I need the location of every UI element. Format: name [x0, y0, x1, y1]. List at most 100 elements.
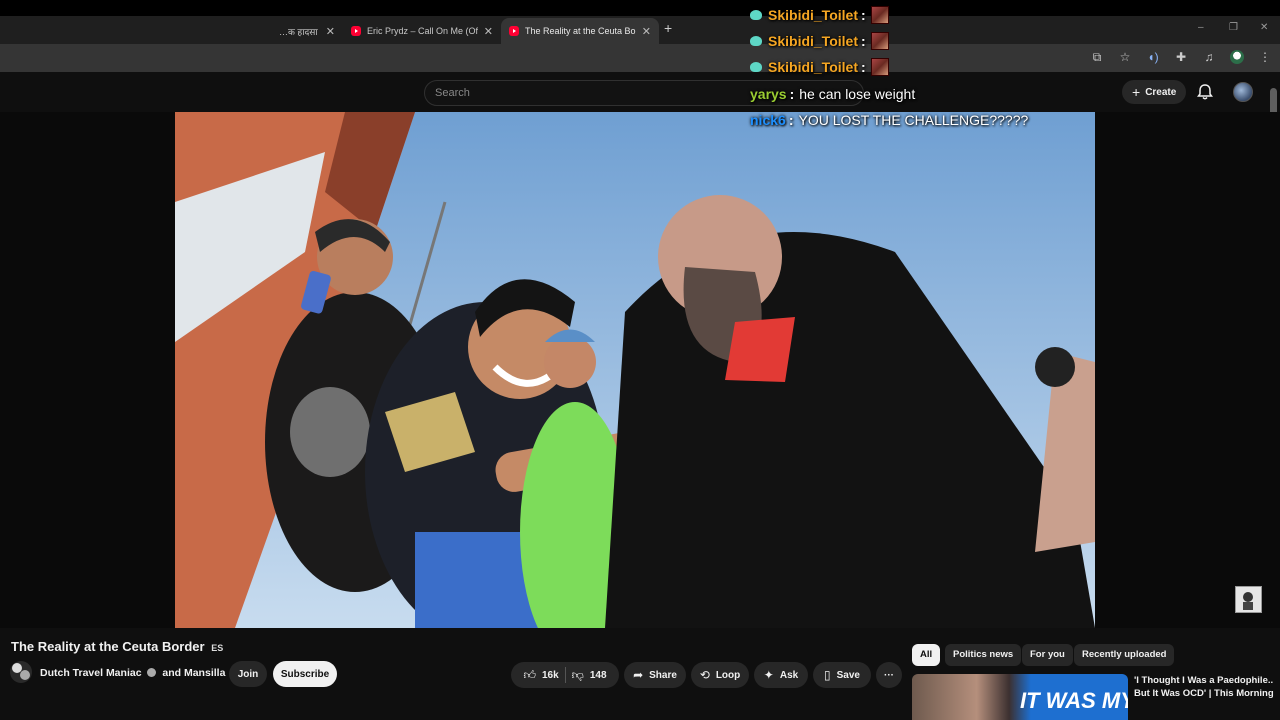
star-icon[interactable]: ☆ [1118, 50, 1132, 64]
tab-title: Eric Prydz – Call On Me (Official [367, 26, 478, 36]
chip-politics-news[interactable]: Politics news [945, 644, 1022, 666]
chat-username: Skibidi_Toilet [768, 33, 858, 49]
subscribe-button[interactable]: Subscribe [273, 661, 337, 687]
create-label: Create [1145, 86, 1177, 98]
like-button[interactable]: 👍︎ 16k [523, 668, 558, 683]
subscribe-label: Subscribe [280, 668, 330, 680]
channel-avatar[interactable] [10, 661, 32, 683]
loop-button[interactable]: ⟲ Loop [691, 662, 749, 688]
chat-message: Skibidi_Toilet : [750, 32, 889, 50]
like-icon: 👍︎ [523, 667, 536, 682]
chat-text: he can lose weight [799, 86, 916, 102]
more-button[interactable]: ··· [876, 662, 902, 688]
video-frame [175, 112, 1095, 628]
chat-username: Skibidi_Toilet [768, 59, 858, 75]
share-button[interactable]: ➦ Share [624, 662, 686, 688]
create-button[interactable]: + Create [1122, 80, 1187, 104]
language-badge: ES [211, 643, 224, 653]
subscriber-badge-icon [750, 10, 762, 20]
profile-icon[interactable] [1230, 50, 1244, 64]
chat-message: Skibidi_Toilet : [750, 6, 889, 24]
minimize-button[interactable]: – [1198, 22, 1204, 33]
collab-channel-name[interactable]: and Mansilla [162, 667, 225, 679]
channel-names[interactable]: Dutch Travel Maniac and Mansilla [40, 667, 225, 679]
maximize-button[interactable]: ❐ [1229, 22, 1238, 33]
bookmark-icon: ▯ [824, 668, 831, 682]
save-label: Save [836, 669, 860, 681]
share-label: Share [649, 669, 677, 681]
chat-message: yarys : he can lose weight [750, 86, 915, 102]
plus-icon: + [1132, 84, 1141, 100]
channel-name[interactable]: Dutch Travel Maniac [40, 667, 142, 679]
loop-icon: ⟲ [699, 668, 710, 682]
miniplayer-thumbnail[interactable] [1235, 586, 1262, 613]
chat-separator: : [860, 33, 866, 49]
media-icon[interactable]: ♫ [1202, 50, 1216, 64]
bell-icon[interactable] [1195, 82, 1215, 102]
chat-message: Skibidi_Toilet : [750, 58, 889, 76]
close-icon[interactable]: ✕ [484, 25, 493, 38]
address-bar[interactable] [0, 44, 1280, 72]
new-tab-button[interactable]: + [664, 20, 672, 36]
chat-username: Skibidi_Toilet [768, 7, 858, 23]
menu-icon[interactable]: ⋮ [1258, 50, 1272, 64]
chat-separator: : [788, 112, 794, 128]
chip-recently-uploaded[interactable]: Recently uploaded [1074, 644, 1175, 666]
related-video-thumbnail[interactable]: IT WAS MY [912, 674, 1128, 720]
video-player[interactable] [175, 112, 1095, 628]
chat-separator: : [860, 59, 866, 75]
theater-background-right [1095, 112, 1280, 628]
chat-username: nick6 [750, 112, 786, 128]
video-title: The Reality at the Ceuta Border ES [11, 639, 223, 654]
youtube-favicon [509, 26, 519, 36]
ask-label: Ask [779, 669, 799, 681]
more-icon: ··· [884, 669, 894, 681]
loop-label: Loop [715, 669, 741, 681]
save-button[interactable]: ▯ Save [813, 662, 871, 688]
dislike-count: 148 [589, 669, 607, 681]
dislike-button[interactable]: 👎︎ 148 [572, 668, 607, 683]
chat-message: nick6 : YOU LOST THE CHALLENGE????? [750, 112, 1028, 128]
tab-ceuta-border[interactable]: The Reality at the Ceuta Border ✕ [501, 18, 659, 44]
extension-audio-icon[interactable]: ◖) [1146, 50, 1160, 64]
share-icon: ➦ [633, 668, 644, 682]
chat-username: yarys [750, 86, 787, 102]
miniplayer-image [1236, 587, 1261, 612]
tab-hindi-news[interactable]: …क हादसा का… ✕ [271, 18, 343, 44]
extensions-icon[interactable]: ✚ [1174, 50, 1188, 64]
youtube-favicon [351, 26, 361, 36]
chip-all[interactable]: All [912, 644, 941, 666]
join-button[interactable]: Join [229, 661, 267, 687]
account-avatar[interactable] [1233, 82, 1253, 102]
chat-text: YOU LOST THE CHALLENGE????? [798, 112, 1029, 128]
tab-title: The Reality at the Ceuta Border [525, 26, 636, 36]
dislike-icon: 👎︎ [571, 667, 584, 682]
tab-strip-top [0, 0, 1280, 16]
sparkle-icon: ✦ [763, 668, 774, 682]
subscriber-badge-icon [750, 62, 762, 72]
related-video-title[interactable]: 'I Thought I Was a Paedophile.. But It W… [1134, 674, 1274, 720]
install-app-icon[interactable]: ⧉ [1090, 50, 1104, 64]
like-dislike-group: 👍︎ 16k 👎︎ 148 [511, 662, 619, 688]
tab-eric-prydz[interactable]: Eric Prydz – Call On Me (Official ✕ [343, 18, 501, 44]
chat-separator: : [789, 86, 795, 102]
chip-for-you[interactable]: For you [1022, 644, 1073, 666]
browser-tab-bar: …क हादसा का… ✕ Eric Prydz – Call On Me (… [0, 0, 1280, 44]
tab-title: …क हादसा का… [279, 26, 320, 37]
close-icon[interactable]: ✕ [326, 25, 335, 38]
chat-emote-icon [870, 6, 889, 24]
join-label: Join [237, 668, 259, 680]
chat-emote-icon [870, 58, 889, 76]
video-title-text: The Reality at the Ceuta Border [11, 639, 205, 654]
subscriber-badge-icon [750, 36, 762, 46]
chat-separator: : [860, 7, 866, 23]
divider [564, 667, 566, 683]
close-window-button[interactable]: ✕ [1260, 22, 1268, 33]
chat-emote-icon [870, 32, 889, 50]
ask-button[interactable]: ✦ Ask [754, 662, 808, 688]
toolbar-icons: ⧉ ☆ ◖) ✚ ♫ ⋮ [1090, 50, 1272, 64]
like-count: 16k [541, 669, 559, 681]
verified-icon [147, 668, 157, 677]
close-icon[interactable]: ✕ [642, 25, 651, 38]
thumbnail-text: IT WAS MY [1020, 688, 1128, 713]
